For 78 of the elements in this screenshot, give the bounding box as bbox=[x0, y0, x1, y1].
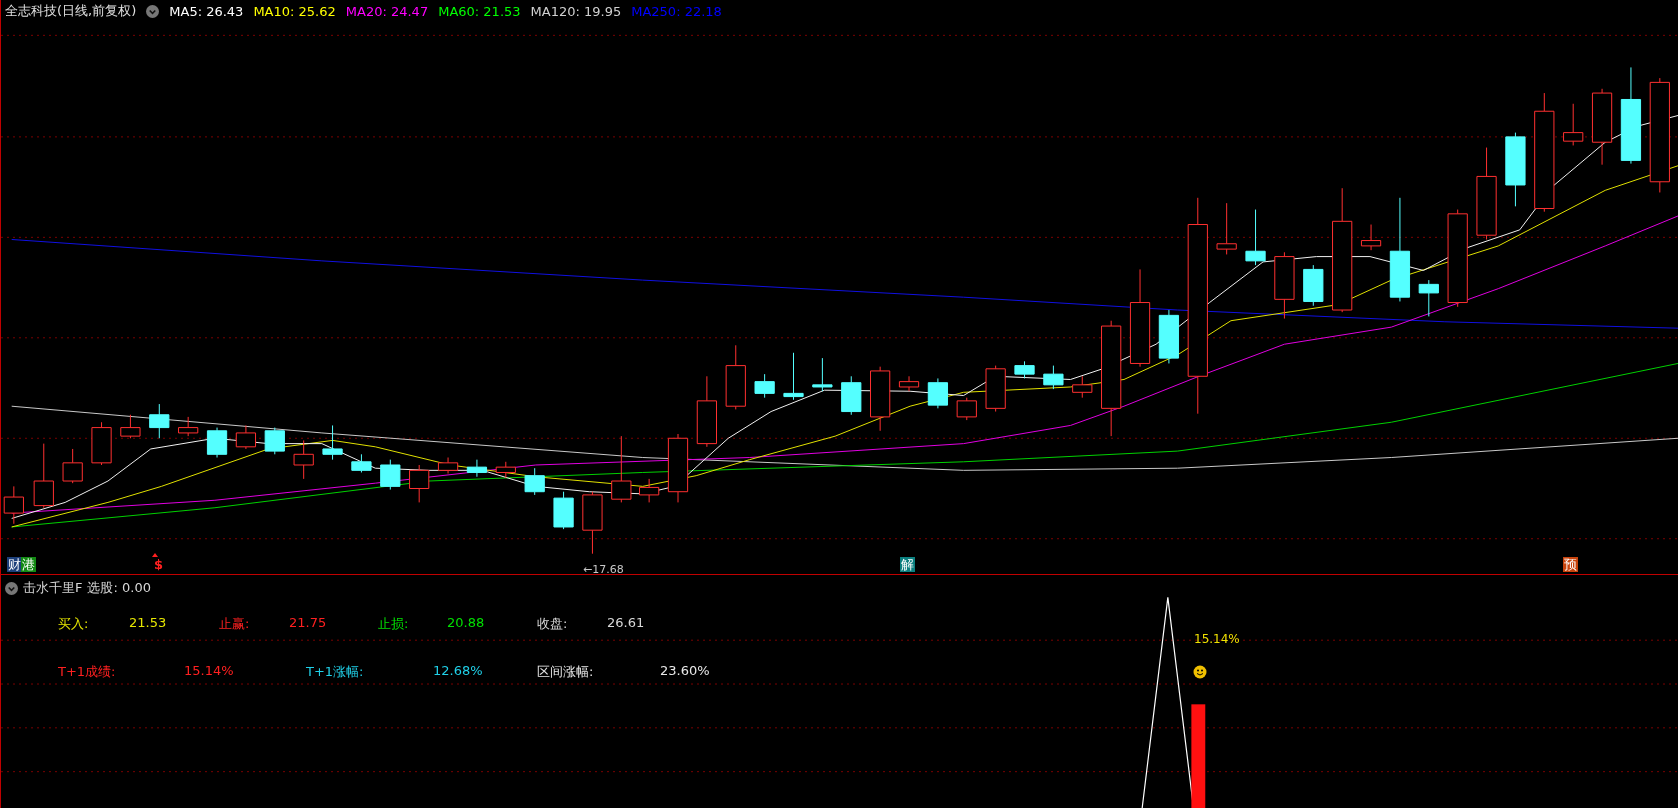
candlestick bbox=[667, 433, 689, 503]
stat-label: T+1涨幅: bbox=[306, 663, 364, 681]
chevron-down-icon[interactable] bbox=[5, 581, 18, 595]
candlestick bbox=[62, 448, 83, 484]
candlestick bbox=[841, 375, 862, 416]
event-tag: 预 bbox=[1563, 557, 1578, 572]
candlestick bbox=[1072, 375, 1093, 399]
candlestick bbox=[206, 427, 228, 458]
moving-average-label: MA20: 24.47 bbox=[345, 3, 429, 19]
candlestick bbox=[293, 439, 314, 480]
candlestick bbox=[380, 459, 401, 491]
stat-value: 21.53 bbox=[129, 615, 167, 632]
stat-value: 20.88 bbox=[447, 615, 485, 632]
indicator-reading: 选股: 0.00 bbox=[87, 579, 151, 597]
candlestick bbox=[33, 443, 54, 509]
candlestick bbox=[754, 373, 775, 399]
peak-percent-label: 15.14% bbox=[1194, 632, 1240, 646]
candlestick bbox=[264, 427, 285, 455]
candlestick bbox=[1043, 365, 1064, 390]
candlestick bbox=[1245, 209, 1266, 266]
candlestick bbox=[120, 414, 141, 439]
candlestick bbox=[409, 464, 430, 503]
candlestick bbox=[1360, 224, 1382, 251]
stat-label: 买入: bbox=[58, 615, 89, 633]
signal-marker: $ bbox=[153, 557, 165, 572]
event-tag: 解 bbox=[900, 557, 915, 572]
event-tag: 港 bbox=[21, 557, 36, 572]
candlestick bbox=[1303, 264, 1324, 307]
candlestick bbox=[985, 365, 1006, 413]
candlestick bbox=[524, 467, 545, 496]
candlestick bbox=[870, 366, 891, 432]
candlestick bbox=[466, 459, 488, 478]
stat-value: 12.68% bbox=[433, 663, 483, 680]
smiley-icon bbox=[1193, 665, 1207, 679]
moving-average-label: MA60: 21.53 bbox=[438, 3, 521, 19]
stat-label: 止损: bbox=[378, 615, 409, 633]
candlestick bbox=[235, 424, 257, 450]
candlestick bbox=[725, 344, 746, 410]
candlestick bbox=[437, 457, 459, 475]
stat-value: 26.61 bbox=[607, 615, 645, 632]
stat-label: T+1成绩: bbox=[58, 663, 116, 681]
candlestick bbox=[149, 403, 170, 439]
moving-average-label: MA10: 25.62 bbox=[253, 3, 336, 19]
candlestick bbox=[1216, 202, 1237, 255]
candlestick bbox=[1563, 103, 1584, 146]
low-price-label: ←17.68 bbox=[583, 563, 624, 576]
stat-value: 15.14% bbox=[184, 663, 234, 680]
candlestick bbox=[582, 491, 603, 555]
candlestick bbox=[812, 357, 833, 392]
moving-average-label: MA250: 22.18 bbox=[631, 3, 722, 19]
candlestick bbox=[783, 352, 804, 401]
moving-average-label: MA120: 19.95 bbox=[530, 3, 622, 19]
candlestick bbox=[611, 435, 632, 503]
indicator-name: 击水千里F bbox=[23, 579, 83, 597]
candlestick bbox=[1158, 309, 1180, 364]
stock-title: 全志科技(日线,前复权) bbox=[5, 2, 137, 20]
candlestick bbox=[553, 491, 574, 530]
stat-value: 21.75 bbox=[289, 615, 327, 632]
candlestick bbox=[351, 453, 372, 473]
candlestick bbox=[1274, 251, 1295, 320]
candlestick bbox=[322, 424, 343, 461]
candlestick bbox=[91, 421, 112, 466]
candlestick bbox=[1418, 279, 1439, 317]
candlestick bbox=[3, 485, 24, 525]
candlestick bbox=[178, 416, 199, 437]
stat-label: 区间涨幅: bbox=[537, 663, 594, 681]
candlestick bbox=[1014, 360, 1035, 379]
candlestick bbox=[898, 375, 920, 392]
up-arrow-icon bbox=[152, 553, 158, 557]
chevron-down-icon[interactable] bbox=[146, 4, 160, 18]
candlestick bbox=[495, 461, 516, 479]
stat-label: 止赢: bbox=[219, 615, 250, 633]
candlestick bbox=[927, 377, 948, 409]
stat-value: 23.60% bbox=[660, 663, 710, 680]
stat-label: 收盘: bbox=[537, 615, 568, 633]
candlestick bbox=[956, 397, 977, 421]
moving-average-label: MA5: 26.43 bbox=[169, 3, 244, 19]
candlestick bbox=[639, 478, 660, 503]
